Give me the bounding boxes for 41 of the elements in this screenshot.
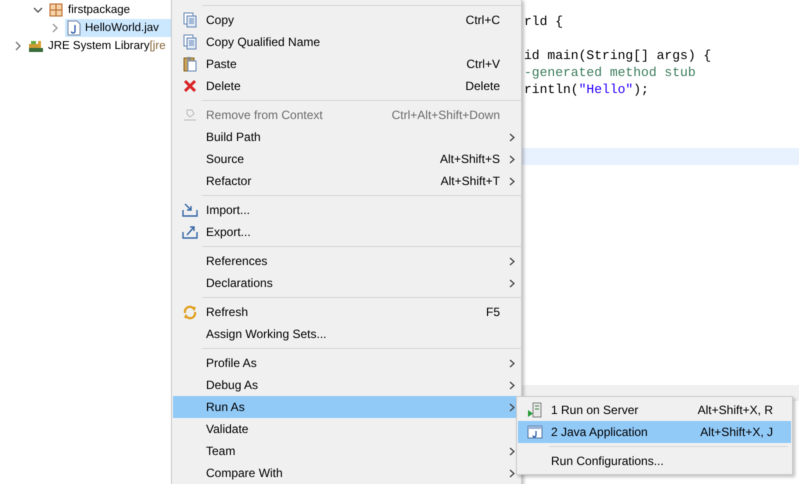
delete-icon (182, 79, 196, 93)
menu-item[interactable]: Profile As (173, 352, 520, 374)
books-icon (28, 38, 44, 54)
tree-item-label[interactable]: firstpackage (68, 4, 130, 16)
code-line: rld { (524, 14, 564, 29)
menu-item[interactable]: Run Configurations... (518, 450, 791, 472)
menu-item[interactable]: References (173, 250, 520, 272)
code-line: id main(String[] args) { (524, 48, 712, 63)
code-line: rintln("Hello"); (524, 82, 649, 97)
import-icon (182, 203, 198, 217)
menu-item[interactable]: Delete Delete (173, 75, 520, 97)
menu-item[interactable]: Declarations (173, 272, 520, 294)
menu-item[interactable]: Validate (173, 418, 520, 440)
copy-icon (182, 34, 198, 50)
refresh-icon (182, 304, 198, 320)
menu-item[interactable]: Refresh F5 (173, 301, 520, 323)
remove-icon (182, 108, 198, 122)
package-icon (48, 2, 64, 18)
export-icon (182, 225, 198, 239)
menu-item[interactable]: Export... (173, 221, 520, 243)
menu-item[interactable]: Refactor Alt+Shift+T (173, 170, 520, 192)
menu-item[interactable]: 2 Java Application Alt+Shift+X, J (518, 421, 791, 443)
code-line: -generated method stub (524, 65, 696, 80)
server-run-icon (526, 402, 542, 418)
expand-chevron-icon[interactable] (33, 5, 43, 15)
tree-item-label: HelloWorld.jav (85, 22, 159, 34)
expand-chevron-icon[interactable] (13, 41, 23, 51)
menu-item[interactable]: 1 Run on Server Alt+Shift+X, R (518, 399, 791, 421)
clipboard-icon (182, 56, 198, 72)
menu-item[interactable]: Compare With (173, 462, 520, 484)
menu-item[interactable]: Import... (173, 199, 520, 221)
java-file-icon (67, 20, 81, 36)
menu-item[interactable]: Source Alt+Shift+S (173, 148, 520, 170)
menu-item[interactable]: Assign Working Sets... (173, 323, 520, 345)
menu-item[interactable]: Build Path (173, 126, 520, 148)
menu-item[interactable]: Paste Ctrl+V (173, 53, 520, 75)
menu-item[interactable]: Debug As (173, 374, 520, 396)
java-app-icon (526, 425, 542, 439)
menu-item[interactable]: Team (173, 440, 520, 462)
tree-item-label[interactable]: JRE System Library[jre (48, 40, 166, 52)
copy-icon (182, 12, 198, 28)
